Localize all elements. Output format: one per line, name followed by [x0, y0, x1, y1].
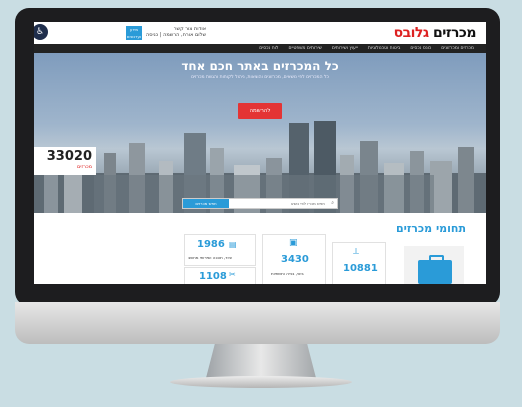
category-count: 1986	[197, 239, 225, 250]
accessibility-icon[interactable]: ♿	[34, 24, 48, 40]
nav-item-consulting[interactable]: ייעוץ ושירותים	[332, 44, 358, 53]
category-card[interactable]: ▣ 3430 בינוי, בנייה ותשתיות	[262, 234, 326, 284]
logo-left: גלובס	[393, 25, 430, 41]
category-card[interactable]: 1108 ✂	[184, 267, 256, 284]
logo-right: מכרזים	[433, 25, 476, 41]
nav-item-legal[interactable]: שירותים משפטיים	[288, 44, 321, 53]
search-bar: ⌕ חפש מכרז לפי נושא חפש מכרזים	[182, 198, 338, 209]
updates-button[interactable]: מידע ועדכונים	[126, 26, 142, 40]
category-label: בינוי, בנייה ותשתיות	[271, 271, 304, 276]
category-card-main[interactable]	[404, 246, 464, 284]
monitor-stand	[206, 344, 316, 378]
site-header: מכרזים גלובס אודות צור קשר שלום אורח, הר…	[34, 22, 486, 44]
search-icon: ⌕	[331, 200, 334, 206]
search-input[interactable]: חפש מכרז לפי נושא	[291, 199, 325, 208]
site-logo[interactable]: מכרזים גלובס	[393, 25, 477, 41]
register-button[interactable]: להרשמה	[238, 103, 282, 119]
computer-icon: ▤	[229, 240, 237, 249]
login-links[interactable]: שלום אורח, הרשמה | כניסה	[146, 32, 206, 38]
categories-title: תחומי מכרזים	[396, 222, 466, 235]
tender-counter: 33020 מכרזים	[34, 147, 96, 175]
monitor-chin	[15, 302, 500, 344]
category-label: ציוד, תוכנה ושירותי מחשב	[188, 255, 232, 260]
category-count: 10881	[343, 263, 378, 274]
counter-label: מכרזים	[76, 164, 92, 170]
hero-subtitle: כל המכרזים לפי נושאים, מכרזונים והוצאות,…	[191, 75, 329, 80]
hero-title: כל המכרזים באתר חכם אחד	[181, 59, 339, 73]
briefcase-icon	[418, 255, 452, 284]
monitor-base	[170, 376, 352, 388]
tools-icon: ✂	[229, 270, 236, 279]
nav-item-property[interactable]: לוח נכסים	[259, 44, 278, 53]
header-links: אודות צור קשר שלום אורח, הרשמה | כניסה	[146, 26, 206, 38]
category-count: 1108	[199, 271, 227, 282]
main-nav: מכרזים ומכרזונים כונס נכסים ביטוח וטכנול…	[34, 44, 486, 53]
nav-item-receiver[interactable]: כונס נכסים	[410, 44, 431, 53]
search-button[interactable]: חפש מכרזים	[183, 199, 229, 208]
hero-banner: כל המכרזים באתר חכם אחד כל המכרזים לפי נ…	[34, 53, 486, 213]
building-icon: ▣	[289, 238, 298, 248]
browser-screen: מכרזים גלובס אודות צור קשר שלום אורח, הר…	[34, 22, 486, 284]
city-skyline-image	[34, 121, 486, 213]
nav-item-tenders[interactable]: מכרזים ומכרזונים	[441, 44, 474, 53]
crane-icon: ⟂	[353, 247, 360, 257]
category-card[interactable]: ⟂ 10881	[332, 242, 386, 284]
nav-item-insurance[interactable]: ביטוח וטכנולוגיות	[368, 44, 401, 53]
counter-number: 33020	[46, 149, 92, 164]
category-count: 3430	[281, 254, 309, 265]
category-card[interactable]: 1986 ▤ ציוד, תוכנה ושירותי מחשב	[184, 234, 256, 266]
